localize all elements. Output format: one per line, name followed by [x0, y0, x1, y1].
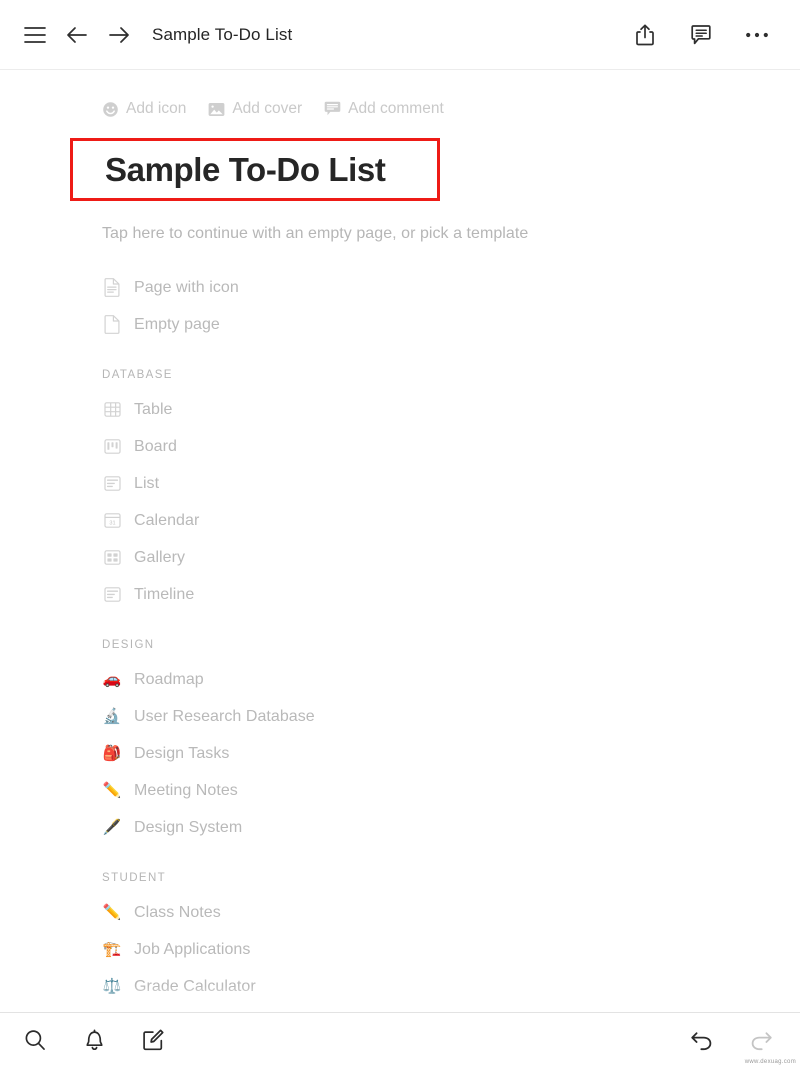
ellipsis-icon[interactable]	[736, 14, 778, 56]
section-header-design: DESIGN	[102, 639, 155, 651]
template-item-label: Grade Calculator	[134, 977, 256, 995]
section-header-student: STUDENT	[102, 872, 167, 884]
search-icon[interactable]	[14, 1019, 56, 1061]
topbar-left-controls: Sample To-Do List	[14, 14, 292, 56]
template-item-timeline[interactable]: Timeline	[102, 576, 800, 613]
image-icon	[208, 102, 225, 117]
template-item-class-notes[interactable]: ✏️ Class Notes	[102, 894, 800, 931]
balance-scale-emoji-icon: ⚖️	[102, 978, 122, 995]
redo-arrow-icon[interactable]	[740, 1019, 782, 1061]
empty-page-hint: Tap here to continue with an empty page,…	[102, 225, 529, 242]
pencil-emoji-icon: ✏️	[102, 904, 122, 921]
breadcrumb-page-title[interactable]: Sample To-Do List	[152, 25, 292, 45]
template-item-meeting-notes[interactable]: ✏️ Meeting Notes	[102, 772, 800, 809]
topbar-right-controls	[624, 14, 778, 56]
template-item-label: Job Applications	[134, 940, 251, 958]
page-content: Add icon Add cover Add comment Sample To…	[0, 70, 800, 1005]
section-header-database: DATABASE	[102, 369, 173, 381]
template-item-label: Design Tasks	[134, 744, 230, 762]
page-meta-actions: Add icon Add cover Add comment	[102, 96, 800, 122]
template-item-label: Gallery	[134, 548, 186, 566]
comment-bubble-icon	[324, 101, 341, 117]
template-item-table[interactable]: Table	[102, 391, 800, 428]
template-item-label: Board	[134, 437, 177, 455]
compose-icon[interactable]	[132, 1019, 174, 1061]
list-icon	[102, 474, 122, 494]
bell-icon[interactable]	[73, 1019, 115, 1061]
template-item-label: List	[134, 474, 160, 492]
template-item-page-with-icon[interactable]: Page with icon	[102, 269, 800, 306]
pen-emoji-icon: 🖋️	[102, 819, 122, 836]
board-icon	[102, 437, 122, 457]
template-picker-list: Page with icon Empty page DATABASE Table…	[102, 269, 800, 1005]
undo-arrow-icon[interactable]	[681, 1019, 723, 1061]
add-cover-button[interactable]: Add cover	[208, 100, 302, 118]
template-item-list[interactable]: List	[102, 465, 800, 502]
bottom-toolbar-right	[681, 1019, 782, 1061]
add-cover-label: Add cover	[232, 100, 303, 117]
table-icon	[102, 400, 122, 420]
comment-icon[interactable]	[680, 14, 722, 56]
top-navigation-bar: Sample To-Do List	[0, 0, 800, 70]
template-item-roadmap[interactable]: 🚗 Roadmap	[102, 661, 800, 698]
hamburger-menu-icon[interactable]	[14, 14, 56, 56]
add-icon-label: Add icon	[126, 100, 187, 117]
page-with-lines-icon	[102, 278, 122, 298]
template-item-design-tasks[interactable]: 🎒 Design Tasks	[102, 735, 800, 772]
construction-crane-emoji-icon: 🏗️	[102, 941, 122, 958]
template-group-student: STUDENT ✏️ Class Notes 🏗️ Job Applicatio…	[102, 868, 800, 1005]
add-comment-label: Add comment	[348, 100, 444, 117]
page-title[interactable]: Sample To-Do List	[105, 153, 386, 186]
template-item-label: Page with icon	[134, 278, 239, 296]
template-item-label: Design System	[134, 818, 243, 836]
template-item-design-system[interactable]: 🖋️ Design System	[102, 809, 800, 846]
page-content-scroll-area[interactable]: Add icon Add cover Add comment Sample To…	[0, 70, 800, 1012]
template-item-label: User Research Database	[134, 707, 315, 725]
arrow-right-icon[interactable]	[98, 14, 140, 56]
template-group-basic: Page with icon Empty page	[102, 269, 800, 343]
blank-page-icon	[102, 315, 122, 335]
template-item-label: Meeting Notes	[134, 781, 238, 799]
add-comment-button[interactable]: Add comment	[324, 100, 444, 118]
template-item-user-research-database[interactable]: 🔬 User Research Database	[102, 698, 800, 735]
template-item-label: Table	[134, 400, 173, 418]
microscope-emoji-icon: 🔬	[102, 708, 122, 725]
pencil-emoji-icon: ✏️	[102, 782, 122, 799]
template-item-calendar[interactable]: 31 Calendar	[102, 502, 800, 539]
template-item-empty-page[interactable]: Empty page	[102, 306, 800, 343]
svg-text:31: 31	[109, 520, 115, 526]
template-item-grade-calculator[interactable]: ⚖️ Grade Calculator	[102, 968, 800, 1005]
template-item-label: Roadmap	[134, 670, 204, 688]
template-item-label: Empty page	[134, 315, 220, 333]
bottom-toolbar: www.dexuag.com	[0, 1012, 800, 1066]
template-item-label: Class Notes	[134, 903, 221, 921]
template-group-design: DESIGN 🚗 Roadmap 🔬 User Research Databas…	[102, 635, 800, 846]
notion-app-window: Sample To-Do List Add icon Add cover Add…	[0, 0, 800, 1066]
share-icon[interactable]	[624, 14, 666, 56]
gallery-icon	[102, 548, 122, 568]
template-item-gallery[interactable]: Gallery	[102, 539, 800, 576]
bottom-toolbar-left	[14, 1019, 174, 1061]
backpack-emoji-icon: 🎒	[102, 745, 122, 762]
smiley-icon	[102, 101, 119, 118]
template-item-label: Calendar	[134, 511, 200, 529]
car-emoji-icon: 🚗	[102, 671, 122, 688]
timeline-icon	[102, 585, 122, 605]
calendar-icon: 31	[102, 511, 122, 531]
arrow-left-icon[interactable]	[56, 14, 98, 56]
add-icon-button[interactable]: Add icon	[102, 100, 186, 118]
template-group-database: DATABASE Table Board List 31 Calendar Ga…	[102, 365, 800, 613]
template-item-label: Timeline	[134, 585, 195, 603]
template-item-board[interactable]: Board	[102, 428, 800, 465]
site-watermark: www.dexuag.com	[744, 1059, 796, 1065]
page-title-highlight-box: Sample To-Do List	[70, 138, 440, 201]
template-item-job-applications[interactable]: 🏗️ Job Applications	[102, 931, 800, 968]
